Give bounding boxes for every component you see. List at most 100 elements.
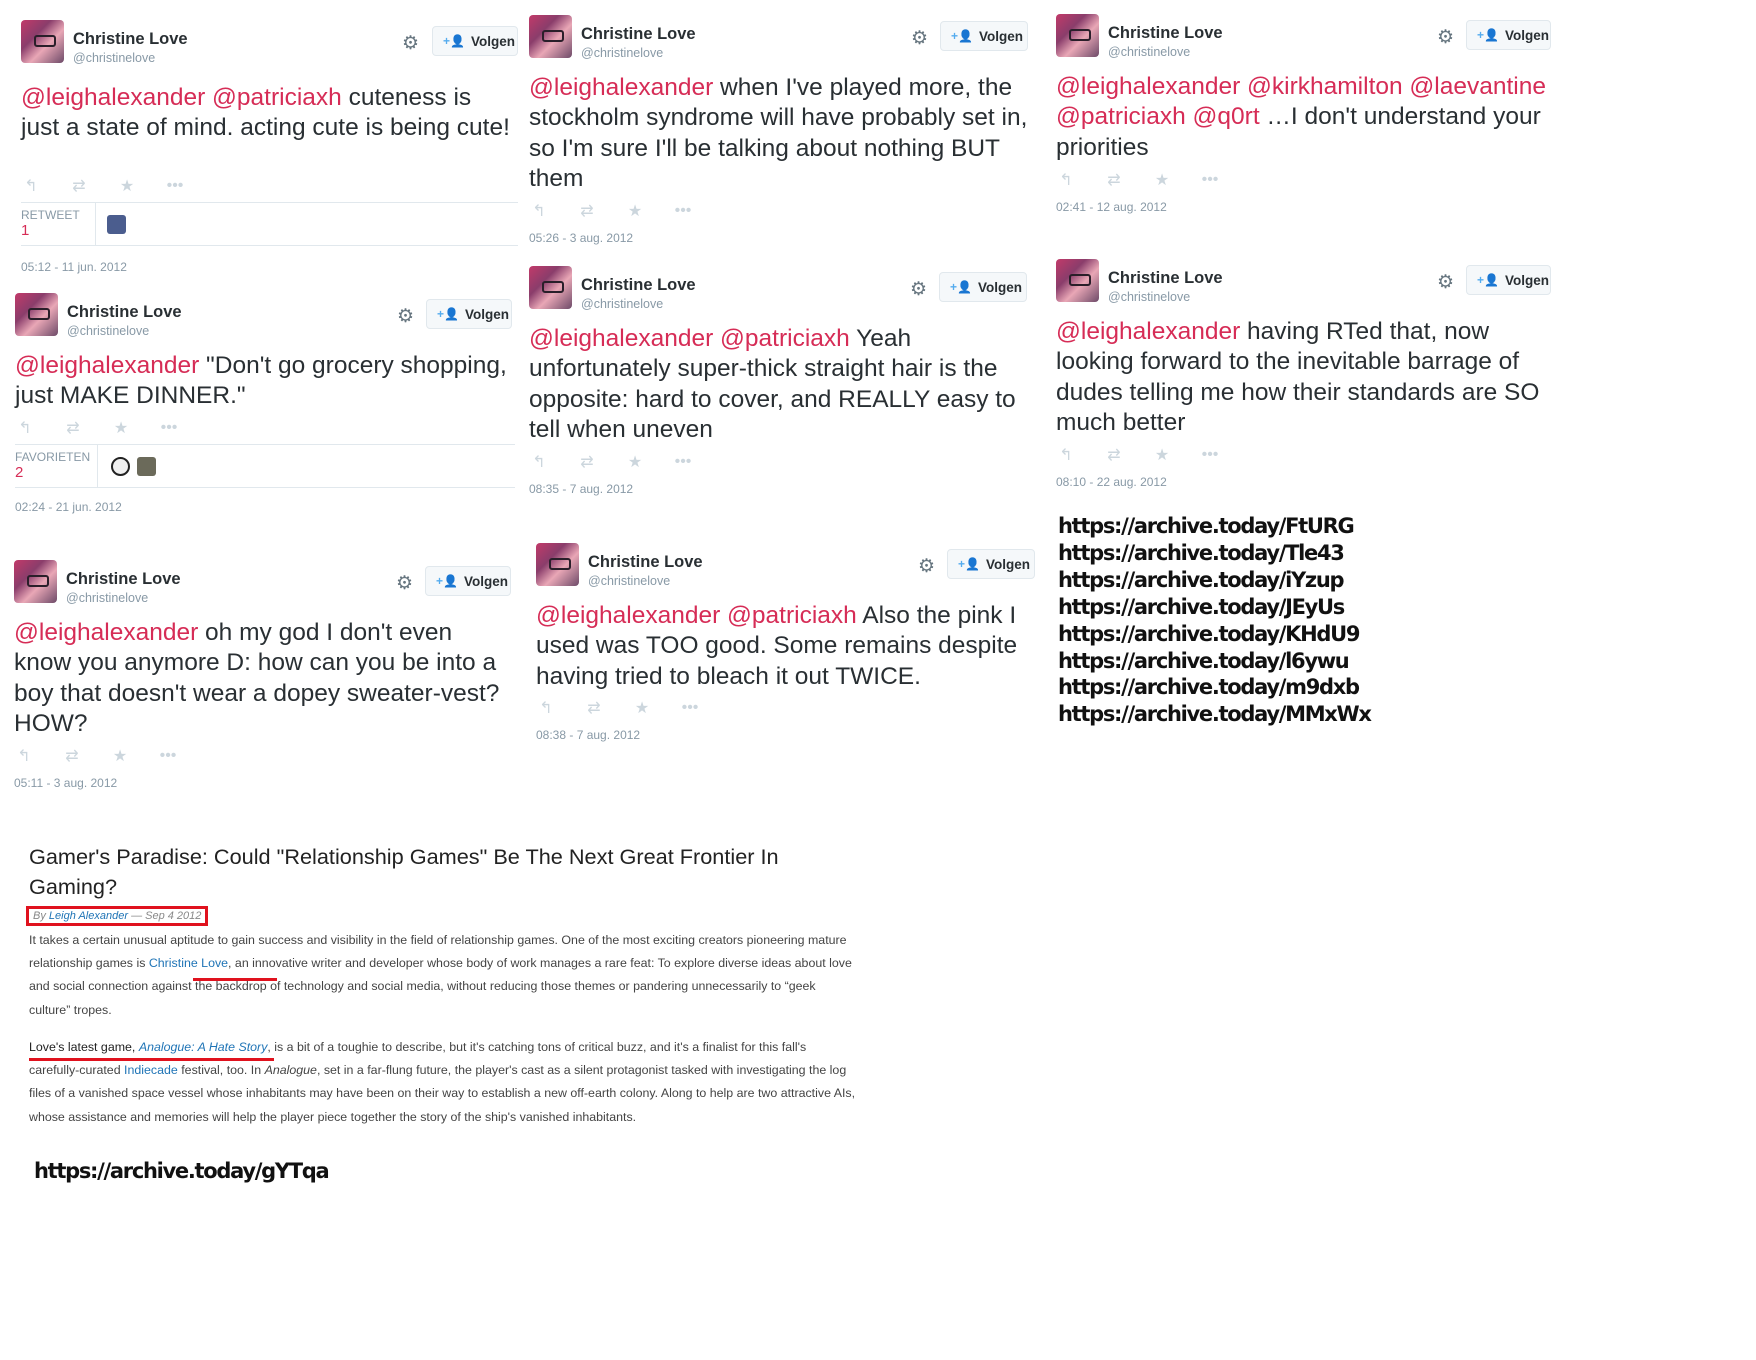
gear-icon[interactable]: ⚙ [397,305,414,328]
author-handle[interactable]: @christinelove [588,574,670,588]
follow-button[interactable]: +👤 Volgen [1466,265,1551,295]
author-handle[interactable]: @christinelove [1108,290,1190,304]
avatar[interactable] [14,560,57,603]
tweet-mentions[interactable]: @leighalexander @patriciaxh [536,602,857,629]
gear-icon[interactable]: ⚙ [910,278,927,301]
follow-button[interactable]: +👤 Volgen [432,26,518,56]
gear-icon[interactable]: ⚙ [1437,26,1454,49]
avatar[interactable] [536,543,579,586]
star-icon[interactable]: ★ [625,201,645,221]
archive-link[interactable]: https://archive.today/FtURG [1058,513,1371,540]
tweet-mentions[interactable]: @leighalexander @patriciaxh [529,325,850,352]
favoriter-avatar[interactable] [111,457,130,476]
follow-button[interactable]: +👤 Volgen [939,272,1027,302]
more-icon[interactable]: ••• [159,419,179,437]
tweet-timestamp[interactable]: 05:26 - 3 aug. 2012 [529,231,633,245]
tweet-mentions[interactable]: @leighalexander [15,352,199,379]
avatar[interactable] [15,293,58,336]
indiecade-link[interactable]: Indiecade [124,1063,178,1077]
gear-icon[interactable]: ⚙ [1437,271,1454,294]
retweet-icon[interactable]: ⇄ [577,201,597,221]
archive-link[interactable]: https://archive.today/l6ywu [1058,648,1371,675]
archive-link[interactable]: https://archive.today/m9dxb [1058,674,1371,701]
reply-icon[interactable]: ↰ [1056,445,1076,465]
retweet-icon[interactable]: ⇄ [1104,170,1124,190]
author-name[interactable]: Christine Love [588,553,703,572]
reply-icon[interactable]: ↰ [15,418,35,438]
tweet-timestamp[interactable]: 08:38 - 7 aug. 2012 [536,728,640,742]
stat-label[interactable]: RETWEET [21,208,80,222]
archive-link[interactable]: https://archive.today/MMxWx [1058,701,1372,728]
tweet-mentions[interactable]: @leighalexander [1056,318,1240,345]
tweet-timestamp[interactable]: 08:10 - 22 aug. 2012 [1056,475,1167,489]
retweet-icon[interactable]: ⇄ [577,452,597,472]
stat-count[interactable]: 1 [21,222,29,239]
author-name[interactable]: Christine Love [66,570,181,589]
stat-label[interactable]: FAVORIETEN [15,450,90,464]
tweet-mentions[interactable]: @leighalexander [14,619,198,646]
tweet-timestamp[interactable]: 05:12 - 11 jun. 2012 [21,260,127,274]
retweet-icon[interactable]: ⇄ [63,418,83,438]
star-icon[interactable]: ★ [632,698,652,718]
follow-button[interactable]: +👤 Volgen [940,21,1028,51]
star-icon[interactable]: ★ [1152,445,1172,465]
tweet-mentions[interactable]: @leighalexander [529,74,713,101]
archive-link[interactable]: https://archive.today/Tle43 [1058,540,1371,567]
follow-button[interactable]: +👤 Volgen [425,566,511,596]
tweet-timestamp[interactable]: 02:41 - 12 aug. 2012 [1056,200,1167,214]
follow-button[interactable]: +👤 Volgen [1466,20,1551,50]
christine-love-link[interactable]: Christine Love [149,956,228,970]
author-handle[interactable]: @christinelove [67,324,149,338]
avatar[interactable] [529,266,572,309]
reply-icon[interactable]: ↰ [536,698,556,718]
tweet-mentions[interactable]: @leighalexander @patriciaxh [21,84,342,111]
retweet-icon[interactable]: ⇄ [69,176,89,196]
author-handle[interactable]: @christinelove [581,297,663,311]
star-icon[interactable]: ★ [111,418,131,438]
archive-link[interactable]: https://archive.today/JEyUs [1058,594,1371,621]
article-archive-link[interactable]: https://archive.today/gYTqa [34,1158,330,1185]
author-link[interactable]: Leigh Alexander [49,910,128,922]
star-icon[interactable]: ★ [117,176,137,196]
more-icon[interactable]: ••• [1200,171,1220,189]
author-name[interactable]: Christine Love [581,25,696,44]
author-handle[interactable]: @christinelove [73,51,155,65]
retweet-icon[interactable]: ⇄ [62,746,82,766]
follow-button[interactable]: +👤 Volgen [426,299,512,329]
gear-icon[interactable]: ⚙ [918,555,935,578]
reply-icon[interactable]: ↰ [529,452,549,472]
tweet-timestamp[interactable]: 08:35 - 7 aug. 2012 [529,482,633,496]
avatar[interactable] [1056,14,1099,57]
archive-link[interactable]: https://archive.today/iYzup [1058,567,1371,594]
retweet-icon[interactable]: ⇄ [1104,445,1124,465]
reply-icon[interactable]: ↰ [529,201,549,221]
analogue-link[interactable]: Analogue: A Hate Story [139,1040,268,1054]
author-handle[interactable]: @christinelove [66,591,148,605]
star-icon[interactable]: ★ [1152,170,1172,190]
star-icon[interactable]: ★ [110,746,130,766]
follow-button[interactable]: +👤 Volgen [947,549,1035,579]
avatar[interactable] [1056,259,1099,302]
reply-icon[interactable]: ↰ [1056,170,1076,190]
more-icon[interactable]: ••• [680,699,700,717]
more-icon[interactable]: ••• [673,453,693,471]
stat-count[interactable]: 2 [15,464,23,481]
more-icon[interactable]: ••• [673,202,693,220]
tweet-timestamp[interactable]: 05:11 - 3 aug. 2012 [14,776,117,790]
author-name[interactable]: Christine Love [1108,24,1223,43]
gear-icon[interactable]: ⚙ [402,32,419,55]
star-icon[interactable]: ★ [625,452,645,472]
more-icon[interactable]: ••• [165,177,185,195]
author-handle[interactable]: @christinelove [581,46,663,60]
more-icon[interactable]: ••• [158,747,178,765]
author-name[interactable]: Christine Love [73,30,188,49]
gear-icon[interactable]: ⚙ [911,27,928,50]
avatar[interactable] [529,15,572,58]
gear-icon[interactable]: ⚙ [396,572,413,595]
reply-icon[interactable]: ↰ [21,176,41,196]
favoriter-avatar[interactable] [137,457,156,476]
avatar[interactable] [21,20,64,63]
author-handle[interactable]: @christinelove [1108,45,1190,59]
more-icon[interactable]: ••• [1200,446,1220,464]
author-name[interactable]: Christine Love [581,276,696,295]
